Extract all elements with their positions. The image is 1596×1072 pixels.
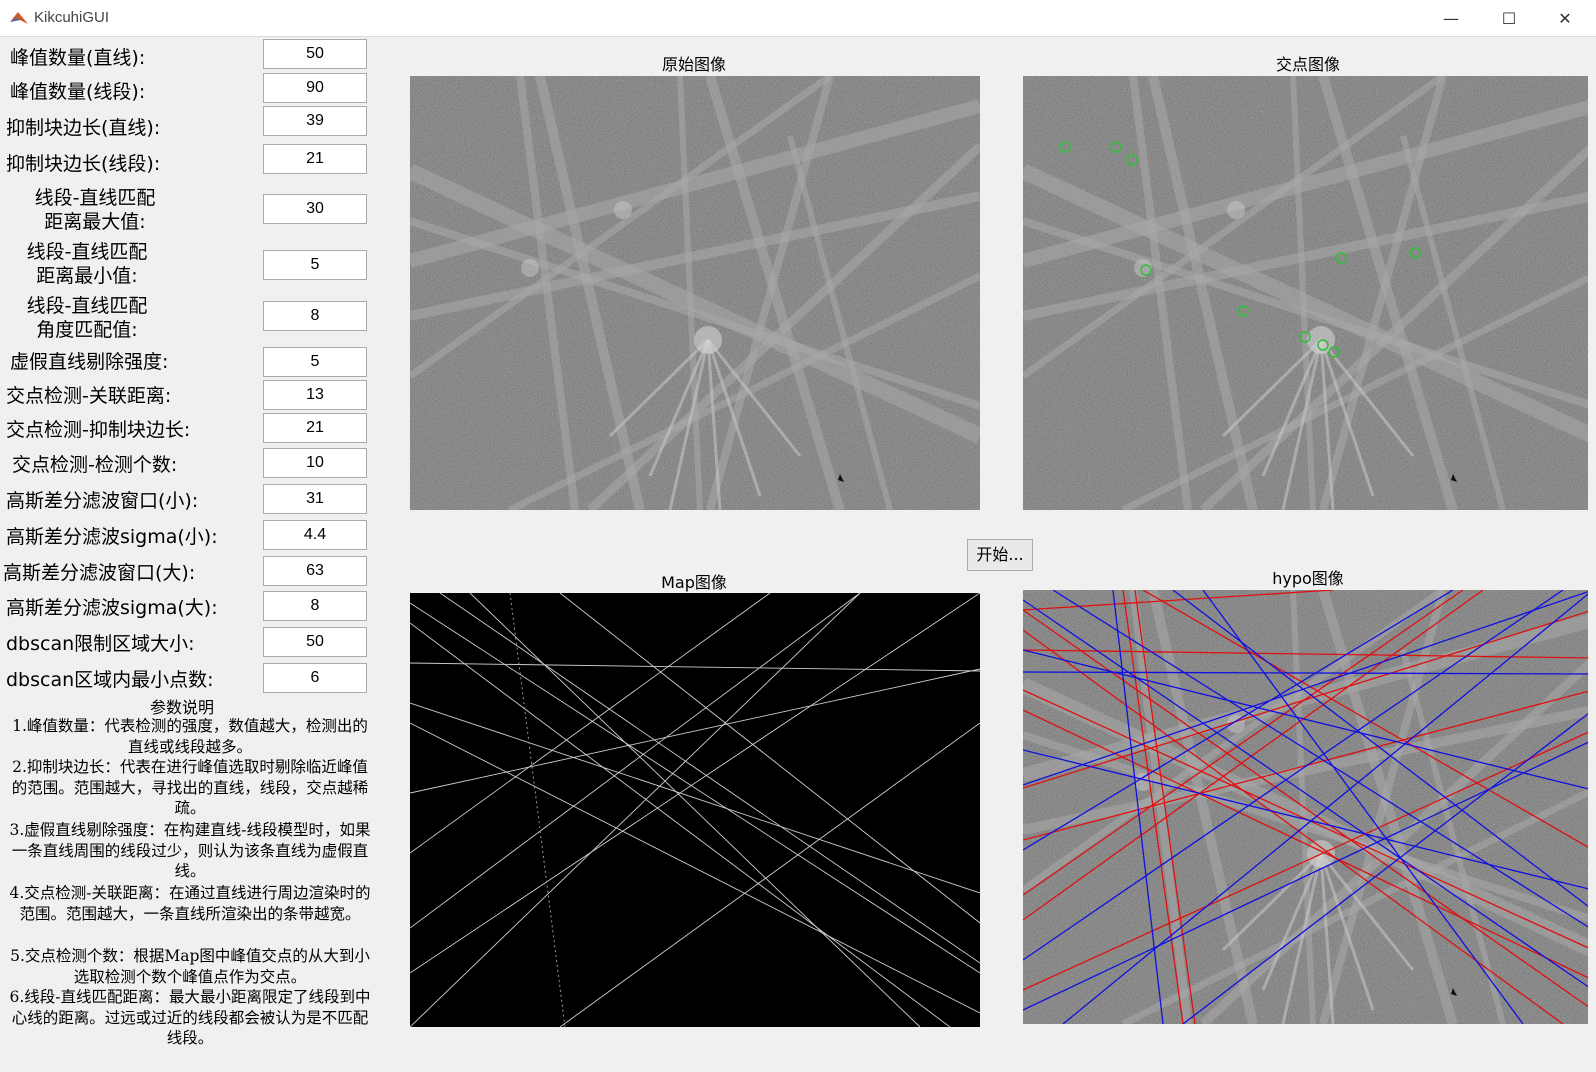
param-input[interactable]: 4.4 [263, 520, 367, 550]
param-label: 高斯差分滤波窗口(大): [3, 562, 196, 584]
intersection-image [1023, 76, 1593, 510]
param-input[interactable]: 13 [263, 380, 367, 410]
param-input[interactable]: 63 [263, 556, 367, 586]
param-label: 线段-直线匹配 角度匹配值: [26, 295, 148, 341]
matlab-icon [10, 12, 28, 24]
title-bar: KikcuhiGUI — ☐ ✕ [0, 0, 1596, 37]
param-input[interactable]: 21 [263, 144, 367, 174]
start-button[interactable]: 开始... [967, 539, 1033, 571]
minimize-button[interactable]: — [1428, 6, 1474, 32]
param-label: 交点检测-抑制块边长: [6, 419, 191, 441]
map-image-title: Map图像 [661, 573, 727, 592]
window-title: KikcuhiGUI [34, 9, 110, 26]
param-label: dbscan区域内最小点数: [6, 669, 214, 691]
description-item: 2.抑制块边长：代表在进行峰值选取时剔除临近峰值的范围。范围越大，寻找出的直线，… [11, 758, 369, 817]
hypo-image [1023, 590, 1593, 1024]
param-input[interactable]: 30 [263, 194, 367, 224]
param-label: 交点检测-检测个数: [12, 454, 178, 476]
param-input[interactable]: 21 [263, 413, 367, 443]
param-label: 线段-直线匹配 距离最大值: [34, 187, 156, 233]
original-image-title: 原始图像 [661, 55, 726, 74]
param-label: 高斯差分滤波sigma(大): [6, 597, 218, 619]
param-input[interactable]: 50 [263, 627, 367, 657]
param-label: 峰值数量(线段): [10, 81, 146, 103]
original-image [410, 76, 980, 510]
param-label: 峰值数量(直线): [10, 47, 146, 69]
description-item: 6.线段-直线匹配距离：最大最小距离限定了线段到中心线的距离。过远或过近的线段都… [9, 988, 371, 1047]
param-label: 高斯差分滤波窗口(小): [6, 490, 199, 512]
description-item: 4.交点检测-关联距离：在通过直线进行周边渲染时的范围。范围越大，一条直线所渲染… [9, 884, 371, 923]
param-label: 抑制块边长(直线): [6, 117, 161, 139]
window-edge [1588, 38, 1596, 1072]
param-label: 线段-直线匹配 距离最小值: [26, 241, 148, 287]
param-label: dbscan限制区域大小: [6, 633, 195, 655]
param-input[interactable]: 5 [263, 347, 367, 377]
description-item: 1.峰值数量：代表检测的强度，数值越大，检测出的直线或线段越多。 [12, 717, 368, 756]
maximize-button[interactable]: ☐ [1486, 6, 1532, 32]
param-input[interactable]: 6 [263, 663, 367, 693]
intersection-image-title: 交点图像 [1275, 55, 1340, 74]
param-label: 交点检测-关联距离: [6, 385, 172, 407]
close-button[interactable]: ✕ [1542, 6, 1588, 32]
param-input[interactable]: 31 [263, 484, 367, 514]
description-item: 3.虚假直线剔除强度：在构建直线-线段模型时，如果一条直线周围的线段过少，则认为… [9, 821, 371, 880]
param-input[interactable]: 5 [263, 250, 367, 280]
param-label: 虚假直线剔除强度: [10, 351, 169, 373]
param-input[interactable]: 39 [263, 106, 367, 136]
param-input[interactable]: 8 [263, 301, 367, 331]
param-label: 高斯差分滤波sigma(小): [6, 526, 218, 548]
param-label: 抑制块边长(线段): [6, 153, 161, 175]
param-input[interactable]: 10 [263, 448, 367, 478]
description-title: 参数说明 [150, 698, 215, 717]
param-input[interactable]: 8 [263, 591, 367, 621]
hypo-image-title: hypo图像 [1272, 569, 1344, 588]
map-image [410, 593, 980, 1027]
description-item: 5.交点检测个数：根据Map图中峰值交点的从大到小选取检测个数个峰值点作为交点。 [10, 947, 370, 986]
param-input[interactable]: 90 [263, 73, 367, 103]
param-input[interactable]: 50 [263, 39, 367, 69]
